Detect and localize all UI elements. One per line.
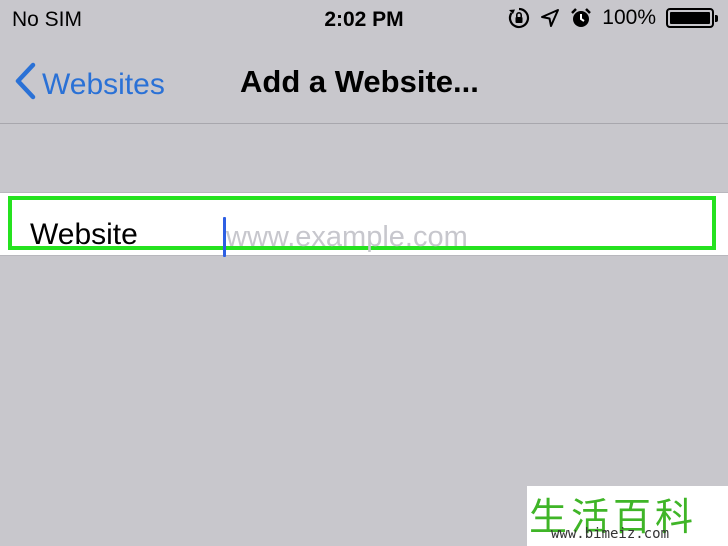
status-bar: No SIM 2:02 PM 100%	[0, 0, 728, 40]
watermark-url: www.bimeiz.com	[551, 526, 670, 542]
text-cursor	[223, 217, 226, 257]
page-title: Add a Website...	[240, 64, 479, 99]
alarm-clock-icon	[570, 7, 592, 29]
website-input[interactable]	[222, 216, 696, 258]
status-icons: 100%	[508, 6, 718, 30]
battery-icon	[666, 8, 718, 28]
battery-percent: 100%	[602, 6, 656, 29]
chevron-left-icon	[14, 62, 36, 108]
back-button[interactable]: Websites	[14, 62, 165, 108]
orientation-lock-icon	[508, 7, 530, 29]
website-field-label: Website	[30, 218, 138, 251]
battery-level	[670, 12, 710, 24]
back-button-label: Websites	[42, 68, 165, 101]
watermark-logo: 生活百科 www.bimeiz.com	[527, 486, 728, 546]
location-arrow-icon	[540, 8, 560, 28]
navigation-bar: Websites Add a Website...	[0, 40, 728, 124]
